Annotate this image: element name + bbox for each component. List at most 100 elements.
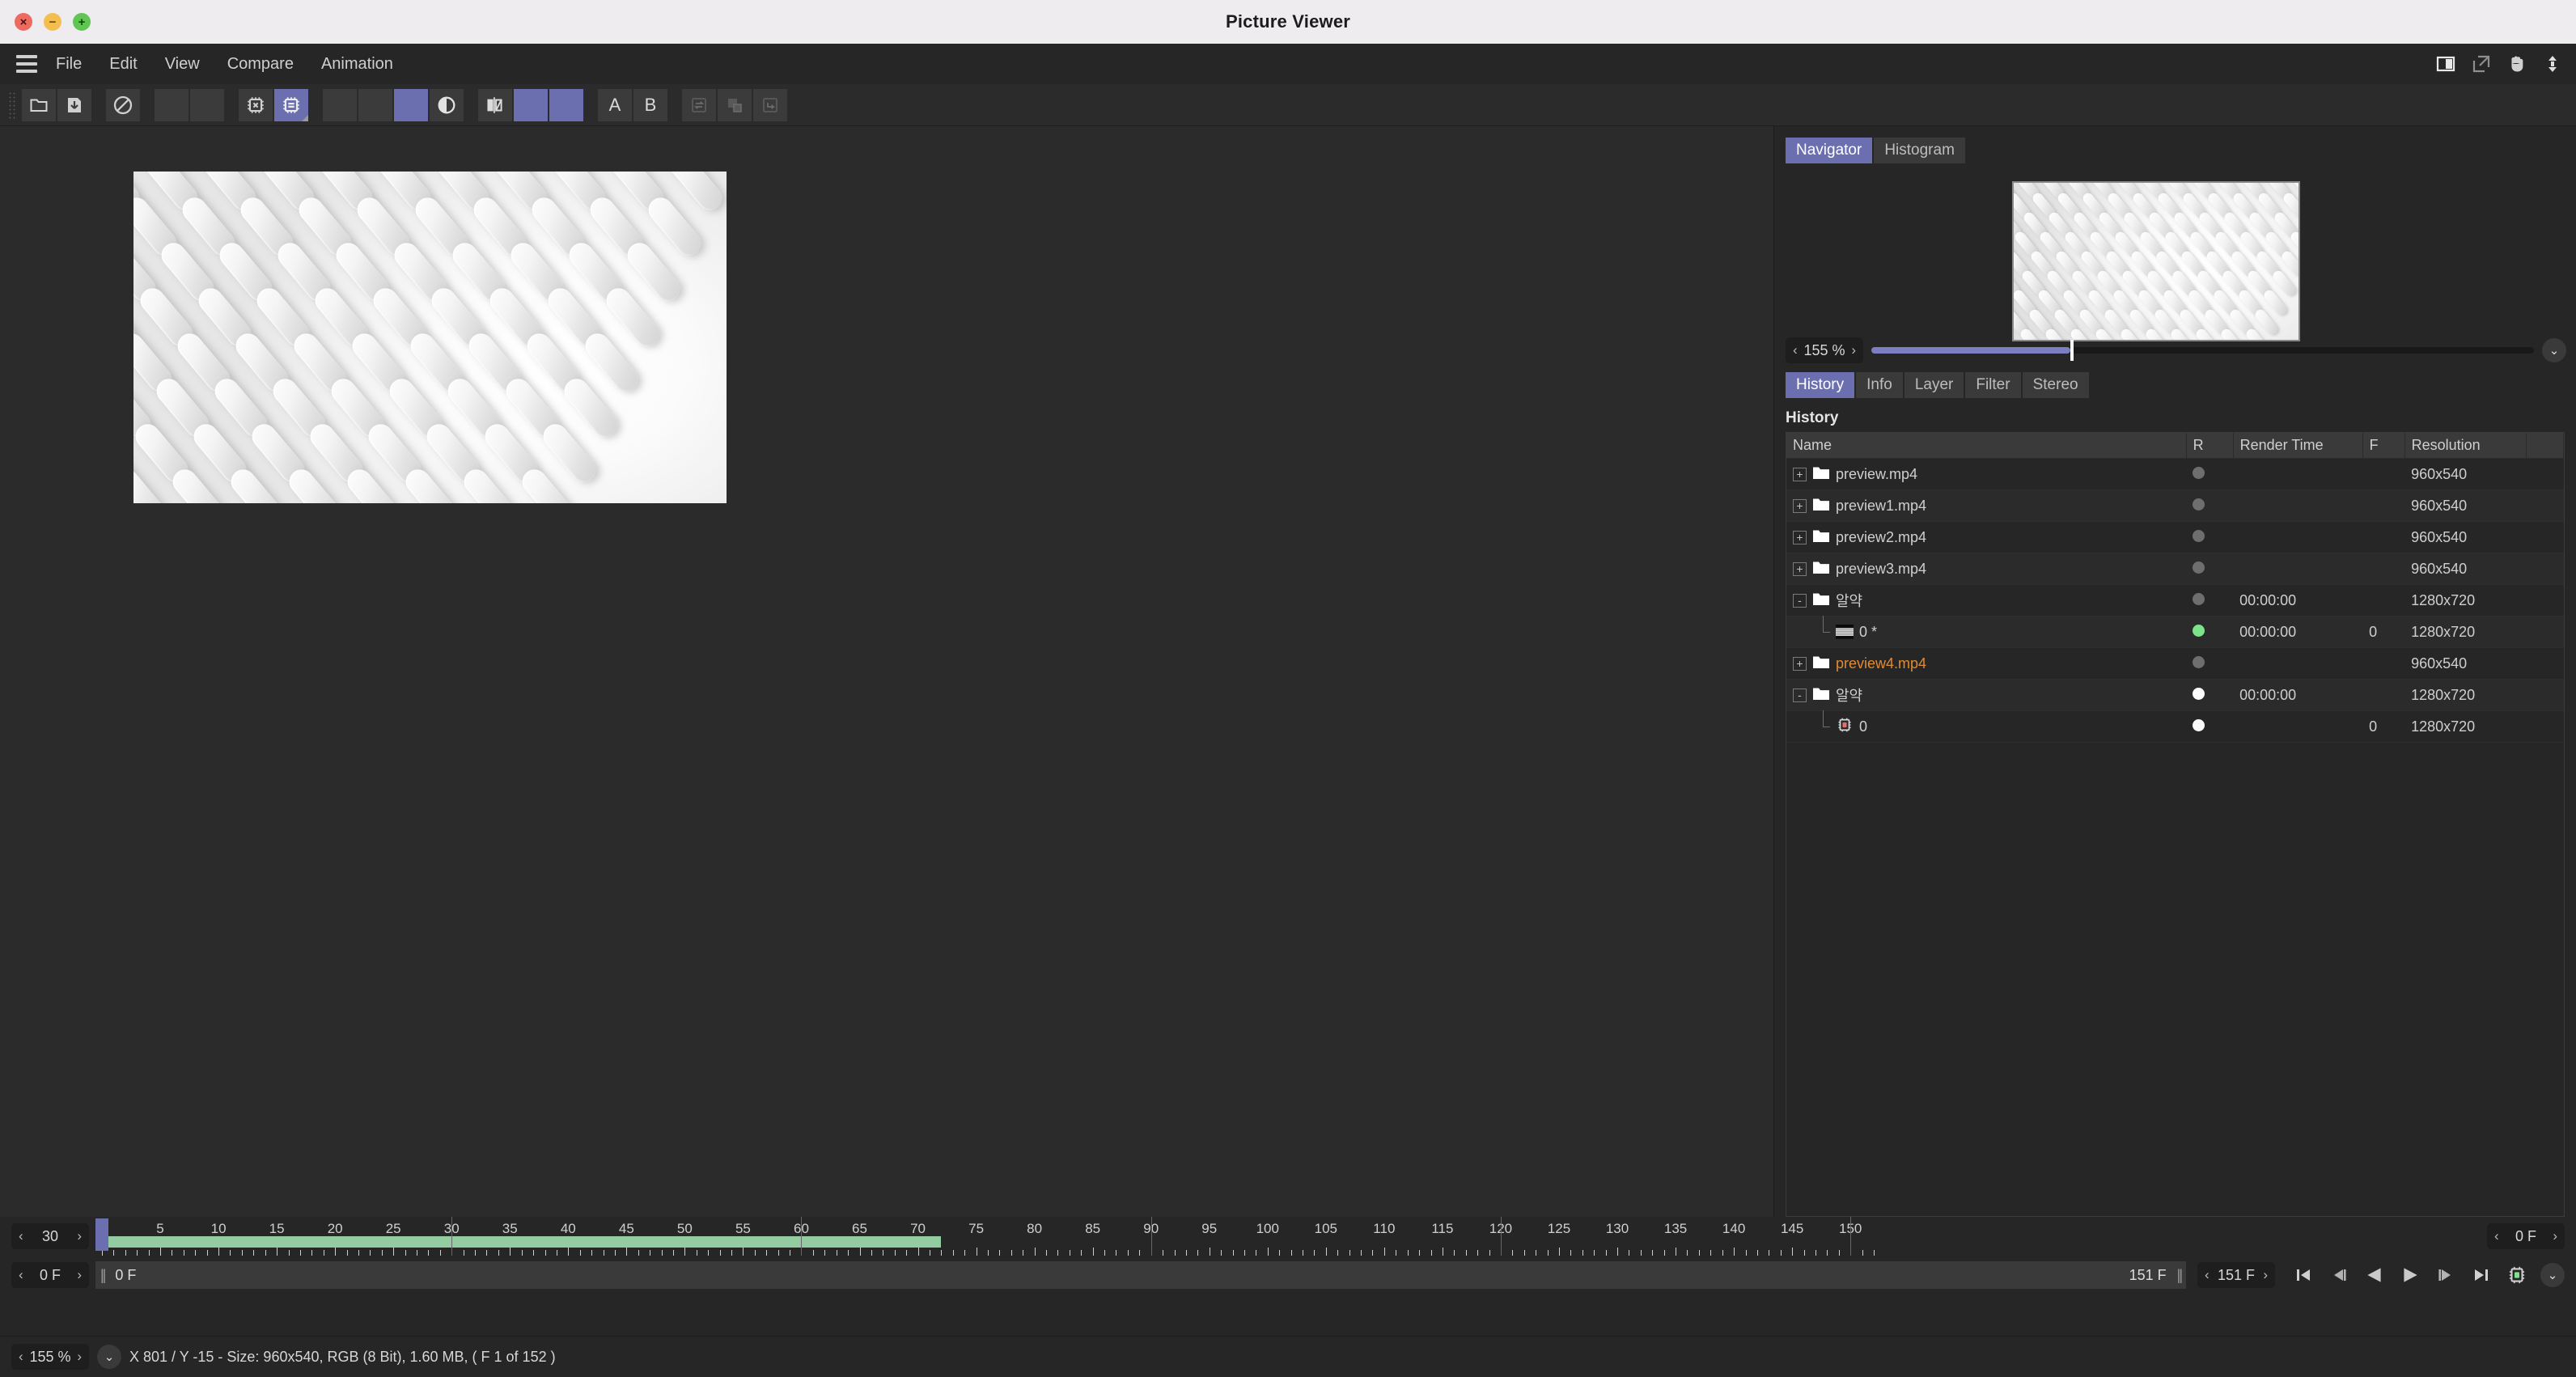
history-row[interactable]: + preview3.mp4 960x540 — [1786, 553, 2564, 585]
menu-view[interactable]: View — [151, 50, 214, 78]
open-external-icon[interactable] — [2469, 52, 2493, 76]
chevron-down-icon[interactable]: ⌄ — [2542, 338, 2566, 362]
tree-expander-toggle[interactable]: + — [1793, 498, 1807, 513]
blank-button-4[interactable] — [358, 88, 392, 121]
tab-filter[interactable]: Filter — [1965, 372, 2021, 398]
tree-expander-toggle[interactable]: + — [1793, 656, 1807, 671]
navigator-zoom-slider[interactable] — [1871, 337, 2534, 363]
flip-horizontal-icon[interactable] — [478, 88, 512, 121]
history-row[interactable]: + preview4.mp4 960x540 — [1786, 647, 2564, 680]
open-folder-icon[interactable] — [22, 88, 56, 121]
play-icon[interactable] — [2396, 1261, 2424, 1289]
tab-history[interactable]: History — [1786, 372, 1855, 398]
compare-a-button[interactable]: A — [598, 88, 632, 121]
scrub-left-handle[interactable]: || — [100, 1267, 107, 1283]
right-frame-increase-icon[interactable]: › — [2553, 1228, 2557, 1244]
tree-expander-toggle[interactable]: + — [1793, 530, 1807, 544]
tab-layer[interactable]: Layer — [1904, 372, 1964, 398]
current-frame-stepper[interactable]: ‹ 0 F › — [11, 1262, 89, 1288]
tree-expander-toggle[interactable]: + — [1793, 467, 1807, 481]
history-tree[interactable]: Name R Render Time F Resolution + preview.mp4… — [1786, 432, 2565, 1217]
jump-end-icon[interactable] — [2468, 1261, 2495, 1289]
move-to-icon[interactable] — [753, 88, 787, 121]
history-column-header[interactable]: F — [2362, 433, 2405, 459]
contrast-icon[interactable] — [430, 88, 464, 121]
blank-button-3[interactable] — [323, 88, 357, 121]
play-reverse-icon[interactable] — [2361, 1261, 2388, 1289]
timeline-scrubber[interactable]: || 0 F 151 F || — [95, 1261, 2186, 1289]
timeline-range-bar[interactable] — [102, 1236, 942, 1248]
resize-vertical-icon[interactable] — [2540, 52, 2565, 76]
step-back-frame-icon[interactable] — [2325, 1261, 2353, 1289]
history-column-header[interactable] — [2526, 433, 2565, 459]
no-entry-icon[interactable] — [106, 88, 140, 121]
timeline-expand-chevron-icon[interactable]: ⌄ — [2540, 1263, 2565, 1287]
history-column-header[interactable]: Resolution — [2404, 433, 2527, 459]
toolbar-group-block — [105, 88, 141, 121]
blank-button-1[interactable] — [155, 88, 189, 121]
chip-equals-icon[interactable] — [274, 88, 308, 121]
toolbar-grip[interactable] — [8, 91, 16, 119]
navigator-thumbnail[interactable] — [2012, 181, 2300, 341]
tab-histogram[interactable]: Histogram — [1874, 138, 1965, 163]
displayed-image[interactable] — [133, 172, 727, 503]
blank-button-7[interactable] — [549, 88, 583, 121]
blank-button-6[interactable] — [514, 88, 548, 121]
hand-tool-icon[interactable] — [2505, 52, 2529, 76]
status-chevron-down-icon[interactable]: ⌄ — [97, 1345, 121, 1369]
timeline-tick-label: 5 — [156, 1221, 164, 1236]
navigator-zoom-stepper[interactable]: ‹ 155 % › — [1786, 337, 1863, 363]
frame-increase-icon[interactable]: › — [77, 1267, 82, 1283]
scrub-right-handle[interactable]: || — [2177, 1267, 2184, 1283]
history-row[interactable]: 0 0 1280x720 — [1786, 710, 2564, 743]
menu-animation[interactable]: Animation — [307, 50, 407, 78]
panel-toggle-icon[interactable] — [2434, 52, 2458, 76]
toolbar-group-blank-1 — [154, 88, 225, 121]
menu-file[interactable]: File — [42, 50, 95, 78]
timeline-ruler[interactable]: 0510152025303540455055606570758085909510… — [95, 1217, 2481, 1256]
chip-x-icon[interactable] — [239, 88, 273, 121]
tree-expander-toggle[interactable]: - — [1793, 688, 1807, 702]
slider-knob[interactable] — [2070, 340, 2074, 361]
render-chip-icon[interactable] — [2503, 1261, 2531, 1289]
timeline-playhead[interactable] — [95, 1218, 108, 1251]
tree-expander-toggle[interactable]: - — [1793, 593, 1807, 608]
fps-stepper[interactable]: ‹ 30 › — [11, 1223, 89, 1249]
hamburger-menu-icon[interactable] — [11, 52, 42, 76]
blank-button-2[interactable] — [190, 88, 224, 121]
timeline-tick-label: 40 — [560, 1221, 576, 1236]
history-row[interactable]: 0 * 00:00:00 0 1280x720 — [1786, 615, 2564, 648]
overlay-layers-icon[interactable] — [718, 88, 752, 121]
jump-start-icon[interactable] — [2290, 1261, 2317, 1289]
status-zoom-increase-icon[interactable]: › — [77, 1349, 82, 1365]
tab-navigator[interactable]: Navigator — [1786, 138, 1873, 163]
image-canvas[interactable] — [0, 126, 1773, 1217]
timeline-ruler-row: ‹ 30 › 051015202530354045505560657075808… — [0, 1217, 2576, 1256]
history-row[interactable]: + preview.mp4 960x540 — [1786, 458, 2564, 490]
swap-ab-icon[interactable] — [682, 88, 716, 121]
right-frame-stepper[interactable]: ‹ 0 F › — [2487, 1223, 2565, 1249]
zoom-increase-icon[interactable]: › — [1851, 342, 1856, 358]
tree-expander-toggle[interactable]: + — [1793, 561, 1807, 576]
menu-edit[interactable]: Edit — [95, 50, 150, 78]
step-forward-frame-icon[interactable] — [2432, 1261, 2459, 1289]
history-cell-render-time: 00:00:00 — [2233, 584, 2363, 616]
blank-button-5[interactable] — [394, 88, 428, 121]
tab-stereo[interactable]: Stereo — [2022, 372, 2089, 398]
menu-compare[interactable]: Compare — [214, 50, 307, 78]
tab-info[interactable]: Info — [1856, 372, 1903, 398]
save-download-icon[interactable] — [57, 88, 91, 121]
end-frame-increase-icon[interactable]: › — [2263, 1267, 2268, 1283]
end-frame-stepper[interactable]: ‹ 151 F › — [2197, 1262, 2275, 1288]
history-row[interactable]: - 알약 00:00:00 1280x720 — [1786, 679, 2564, 711]
timeline-tick-label: 80 — [1027, 1221, 1043, 1236]
history-row[interactable]: + preview1.mp4 960x540 — [1786, 489, 2564, 522]
history-row[interactable]: - 알약 00:00:00 1280x720 — [1786, 584, 2564, 616]
status-zoom-stepper[interactable]: ‹ 155 % › — [11, 1344, 89, 1370]
history-column-header[interactable]: R — [2186, 433, 2234, 459]
compare-b-button[interactable]: B — [633, 88, 667, 121]
history-column-header[interactable]: Name — [1786, 433, 2187, 459]
history-column-header[interactable]: Render Time — [2233, 433, 2363, 459]
fps-increase-icon[interactable]: › — [77, 1228, 82, 1244]
history-row[interactable]: + preview2.mp4 960x540 — [1786, 521, 2564, 553]
